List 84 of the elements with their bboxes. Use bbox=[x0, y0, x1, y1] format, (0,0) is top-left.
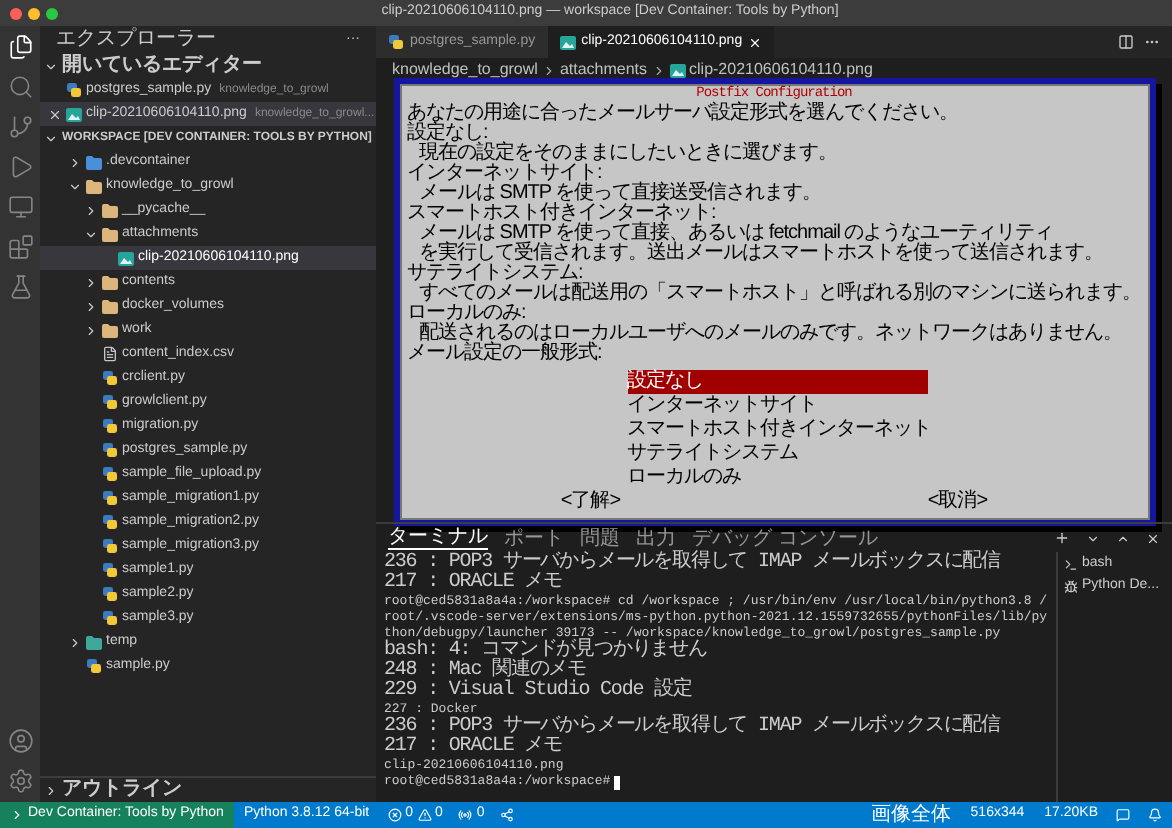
file-icon bbox=[102, 346, 118, 362]
section-title: アウトライン bbox=[62, 780, 182, 800]
python-icon bbox=[388, 34, 404, 50]
dialog-text: 現在の設定をそのままにしたいときに選びます。 bbox=[419, 144, 839, 164]
dialog-button[interactable]: <取消> bbox=[927, 492, 988, 512]
image-icon bbox=[559, 35, 576, 49]
folder-icon bbox=[102, 227, 118, 241]
separator-icon bbox=[651, 63, 666, 77]
python-icon bbox=[66, 82, 82, 98]
terminal-line: 217 : ORACLE メモ bbox=[384, 574, 565, 594]
dialog-option[interactable]: サテライトシステム bbox=[627, 442, 798, 466]
dialog-text: インターネットサイト: bbox=[407, 164, 604, 184]
antenna-icon bbox=[458, 808, 473, 822]
terminal-line: 229 : Visual Studio Code 設定 bbox=[384, 682, 694, 702]
share-icon[interactable] bbox=[500, 808, 515, 822]
image-icon bbox=[669, 63, 686, 77]
flask-icon[interactable] bbox=[7, 274, 33, 300]
folder-icon bbox=[86, 155, 102, 169]
terminal-icon bbox=[1064, 558, 1078, 572]
panel-tab[interactable]: デバッグ コンソール bbox=[692, 527, 878, 549]
dialog-option[interactable]: ローカルのみ bbox=[627, 466, 741, 490]
panel-tab[interactable]: ターミナル bbox=[388, 526, 488, 550]
image-icon bbox=[118, 251, 134, 265]
minimize-window-icon[interactable] bbox=[28, 7, 40, 19]
dialog-option[interactable]: スマートホスト付きインターネット bbox=[627, 418, 931, 442]
terminal-line: 236 : POP3 サーバからメールを取得して IMAP メールボックスに配信 bbox=[384, 554, 1003, 574]
sidebar-title: エクスプローラー bbox=[56, 30, 216, 50]
breadcrumb-item[interactable]: knowledge_to_growl bbox=[392, 58, 538, 82]
close-window-icon[interactable] bbox=[10, 7, 22, 19]
dialog-text: 設定なし: bbox=[407, 124, 488, 144]
cursor-icon bbox=[614, 775, 621, 789]
panel-tab[interactable]: 出力 bbox=[636, 527, 676, 549]
blocks-icon[interactable] bbox=[7, 234, 33, 260]
section-header[interactable]: 開いているエディター bbox=[40, 54, 376, 78]
error-icon bbox=[387, 808, 402, 822]
split-editor-icon[interactable] bbox=[1118, 34, 1134, 50]
monitor-icon[interactable] bbox=[7, 194, 33, 220]
dialog-button[interactable]: <了解> bbox=[560, 492, 621, 512]
feedback-icon[interactable] bbox=[1116, 808, 1130, 822]
warning-icon bbox=[417, 808, 431, 822]
panel-tab[interactable]: 問題 bbox=[580, 527, 620, 549]
maximize-icon[interactable] bbox=[1116, 531, 1130, 545]
folder-icon bbox=[86, 179, 102, 193]
dialog-text: ローカルのみ: bbox=[407, 304, 528, 324]
terminal-line: 248 : Mac 関連のメモ bbox=[384, 662, 587, 682]
user-icon[interactable] bbox=[7, 728, 33, 754]
dialog-text: を実行して受信されます。送出メールはスマートホストを使って送信されます。 bbox=[419, 244, 1105, 264]
bug-icon bbox=[1064, 580, 1078, 594]
dialog-text: すべてのメールは配送用の「スマートホスト」と呼ばれる別のマシンに送られます。 bbox=[417, 284, 1141, 304]
add-terminal-icon[interactable] bbox=[1054, 530, 1070, 546]
panel-tab[interactable]: ポート bbox=[504, 527, 564, 549]
close-icon[interactable] bbox=[48, 107, 62, 121]
dialog-option[interactable]: インターネットサイト bbox=[627, 394, 817, 418]
folder-icon bbox=[102, 203, 118, 217]
dialog-text: 配送されるのはローカルユーザへのメールのみです。ネットワークはありません。 bbox=[417, 324, 1124, 344]
terminal-line: 217 : ORACLE メモ bbox=[384, 738, 565, 758]
zoom-level[interactable]: 画像全体 bbox=[860, 805, 961, 825]
breadcrumb-item[interactable]: attachments bbox=[559, 58, 648, 82]
dialog-text: あなたの用途に合ったメールサーバ設定形式を選んでください。 bbox=[407, 104, 960, 124]
play-icon[interactable] bbox=[7, 154, 33, 180]
search-icon[interactable] bbox=[7, 74, 33, 100]
folder-icon bbox=[102, 299, 118, 313]
section-title: 開いているエディター bbox=[62, 56, 262, 76]
dialog-text: メールは SMTP を使って直接送受信されます。 bbox=[417, 184, 824, 204]
branch-icon[interactable] bbox=[7, 114, 33, 140]
terminal-line: 236 : POP3 サーバからメールを取得して IMAP メールボックスに配信 bbox=[384, 718, 1003, 738]
dialog-text: メール設定の一般形式: bbox=[407, 344, 604, 364]
python-icon bbox=[86, 658, 102, 674]
separator-icon bbox=[541, 63, 556, 77]
breadcrumb-item[interactable]: clip-20210606104110.png bbox=[689, 58, 873, 82]
settings-icon[interactable] bbox=[7, 768, 33, 794]
dialog-text: サテライトシステム: bbox=[407, 264, 583, 284]
image-icon bbox=[66, 107, 82, 121]
dropdown-icon[interactable] bbox=[1086, 531, 1100, 545]
dialog-text: スマートホスト付きインターネット: bbox=[407, 204, 716, 224]
folder-icon bbox=[102, 323, 118, 337]
dialog-text: メールは SMTP を使って直接、あるいは fetchmail のようなユーティリティ bbox=[417, 224, 1054, 244]
folder-icon bbox=[86, 635, 102, 649]
close-icon[interactable] bbox=[1146, 531, 1160, 545]
bell-icon[interactable] bbox=[1148, 808, 1162, 822]
remote-icon bbox=[10, 808, 24, 822]
folder-icon bbox=[102, 275, 118, 289]
files-icon[interactable] bbox=[7, 34, 33, 60]
zoom-window-icon[interactable] bbox=[46, 7, 58, 19]
